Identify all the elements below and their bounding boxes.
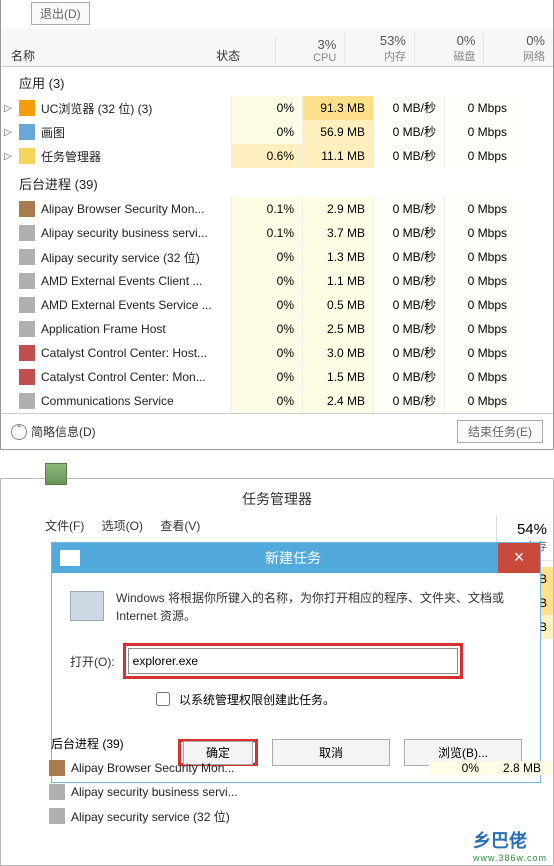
process-row[interactable]: ▷ 任务管理器 0.6% 11.1 MB 0 MB/秒 0 Mbps [1,144,553,168]
process-icon [19,345,35,361]
taskmgr-icon [45,463,67,485]
process-name: UC浏览器 (32 位) (3) [39,100,231,117]
col-cpu[interactable]: 3%CPU [275,37,345,64]
run-graphic-icon [70,591,104,621]
open-label: 打开(O): [70,653,115,670]
menu-view[interactable]: 查看(V) [160,519,200,533]
fewer-details-link[interactable]: ˆ简略信息(D) [11,423,96,440]
col-disk[interactable]: 0%磁盘 [414,33,484,64]
expand-icon[interactable]: ▷ [1,127,15,138]
process-icon [19,297,35,313]
process-row[interactable]: Alipay security business servi... [45,780,553,804]
col-memory[interactable]: 53%内存 [344,33,414,64]
process-icon [19,273,35,289]
exit-button[interactable]: 退出(D) [31,2,90,25]
process-row[interactable]: ▷ 画图 0% 56.9 MB 0 MB/秒 0 Mbps [1,120,553,144]
group-background[interactable]: 后台进程 (39) [1,168,553,197]
process-row[interactable]: Alipay Browser Security Mon...0%2.8 MB [45,756,553,780]
process-row[interactable]: AMD External Events Service ...0%0.5 MB0… [1,293,553,317]
process-row[interactable]: Catalyst Control Center: Mon...0%1.5 MB0… [1,365,553,389]
chevron-up-icon: ˆ [11,424,27,440]
run-titlebar[interactable]: 新建任务 × [52,543,540,573]
window-title: 任务管理器 [1,485,553,515]
column-headers: 名称 状态 3%CPU 53%内存 0%磁盘 0%网络 [1,29,553,67]
process-icon [49,760,65,776]
process-icon [49,808,65,824]
process-row[interactable]: Alipay security service (32 位)0%1.3 MB0 … [1,245,553,269]
process-row[interactable]: Communications Service0%2.4 MB0 MB/秒0 Mb… [1,389,553,413]
col-name[interactable]: 名称 [1,47,216,64]
watermark: 乡巴佬 www.386w.com [473,827,547,863]
run-description: Windows 将根据你所键入的名称，为你打开相应的程序、文件夹、文档或 Int… [116,589,522,625]
task-manager-with-run-dialog: 任务管理器 文件(F) 选项(O) 查看(V) 54% 内存 94.0 MB 6… [0,478,554,866]
app-icon [19,124,35,140]
expand-icon[interactable]: ▷ [1,103,15,114]
process-icon [19,393,35,409]
process-row[interactable]: ▷ UC浏览器 (32 位) (3) 0% 91.3 MB 0 MB/秒 0 M… [1,96,553,120]
col-network[interactable]: 0%网络 [483,33,553,64]
process-icon [19,369,35,385]
process-icon [19,321,35,337]
menubar: 文件(F) 选项(O) 查看(V) [1,515,553,540]
process-icon [19,201,35,217]
process-row[interactable]: Alipay security service (32 位) [45,804,553,828]
close-button[interactable]: × [498,543,540,573]
run-icon [60,550,80,566]
process-row[interactable]: Application Frame Host0%2.5 MB0 MB/秒0 Mb… [1,317,553,341]
process-name: 任务管理器 [39,148,231,165]
process-row[interactable]: AMD External Events Client ...0%1.1 MB0 … [1,269,553,293]
process-name: 画图 [39,124,231,141]
process-row[interactable]: Alipay security business servi...0.1%3.7… [1,221,553,245]
group-apps[interactable]: 应用 (3) [1,67,553,96]
admin-label: 以系统管理权限创建此任务。 [179,691,335,708]
task-manager-window: 退出(D) 名称 状态 3%CPU 53%内存 0%磁盘 0%网络 应用 (3)… [0,0,554,450]
admin-checkbox[interactable] [156,692,170,706]
highlight-box [123,643,463,679]
process-row[interactable]: Catalyst Control Center: Host...0%3.0 MB… [1,341,553,365]
expand-icon[interactable]: ▷ [1,151,15,162]
group-background[interactable]: 后台进程 (39) [45,729,553,756]
process-row[interactable]: Alipay Browser Security Mon...0.1%2.9 MB… [1,197,553,221]
menu-options[interactable]: 选项(O) [102,519,143,533]
app-icon [19,100,35,116]
process-icon [49,784,65,800]
process-icon [19,249,35,265]
process-icon [19,225,35,241]
col-status[interactable]: 状态 [216,47,275,64]
end-task-button[interactable]: 结束任务(E) [457,420,543,443]
app-icon [19,148,35,164]
run-title: 新建任务 [88,548,498,568]
open-combobox[interactable] [128,648,458,674]
menu-file[interactable]: 文件(F) [45,519,84,533]
